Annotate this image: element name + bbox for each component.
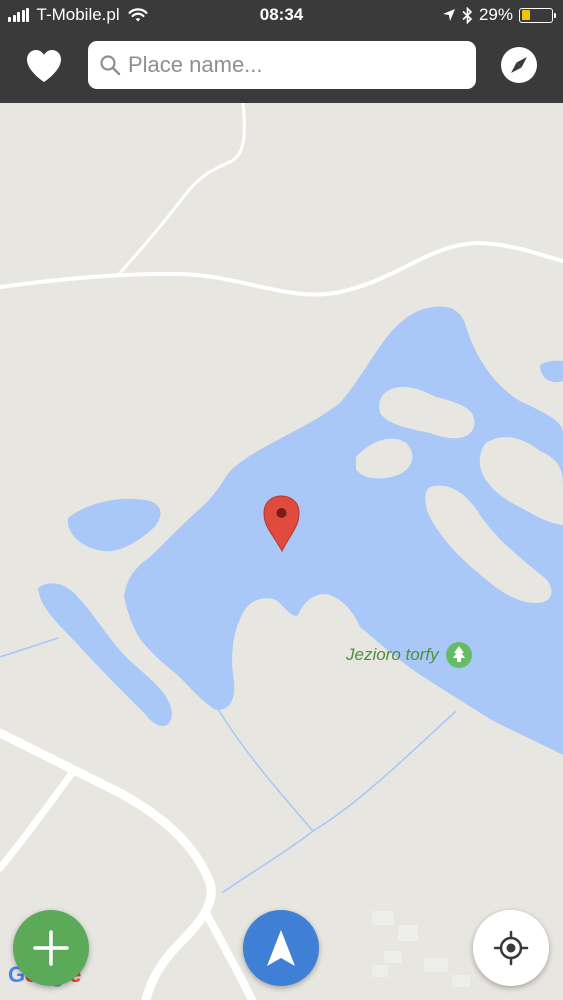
- map-view[interactable]: [0, 103, 563, 1000]
- battery-fill: [521, 10, 530, 20]
- status-bar: T-Mobile.pl 08:34 29%: [0, 0, 563, 30]
- location-arrow-icon: [442, 9, 455, 21]
- status-right: 29%: [436, 5, 556, 25]
- top-toolbar: [0, 30, 563, 103]
- tree-icon: [445, 642, 472, 668]
- compass-icon: [511, 57, 527, 73]
- navigation-arrow-icon: [267, 930, 295, 966]
- place-label[interactable]: Jezioro torfy: [346, 641, 473, 669]
- bluetooth-icon: [462, 6, 473, 24]
- navigate-button[interactable]: [243, 910, 319, 986]
- plus-icon: [33, 930, 69, 966]
- compass-button[interactable]: [501, 47, 537, 83]
- search-input[interactable]: [128, 52, 458, 78]
- locate-me-button[interactable]: [473, 910, 549, 986]
- battery-icon: [519, 7, 556, 23]
- search-bar[interactable]: [88, 41, 476, 89]
- battery-percent: 29%: [478, 5, 513, 24]
- place-label-text: Jezioro torfy: [346, 645, 439, 664]
- heart-icon[interactable]: [24, 46, 64, 86]
- crosshair-icon: [493, 930, 529, 966]
- add-button[interactable]: [13, 910, 89, 986]
- search-icon: [100, 55, 121, 76]
